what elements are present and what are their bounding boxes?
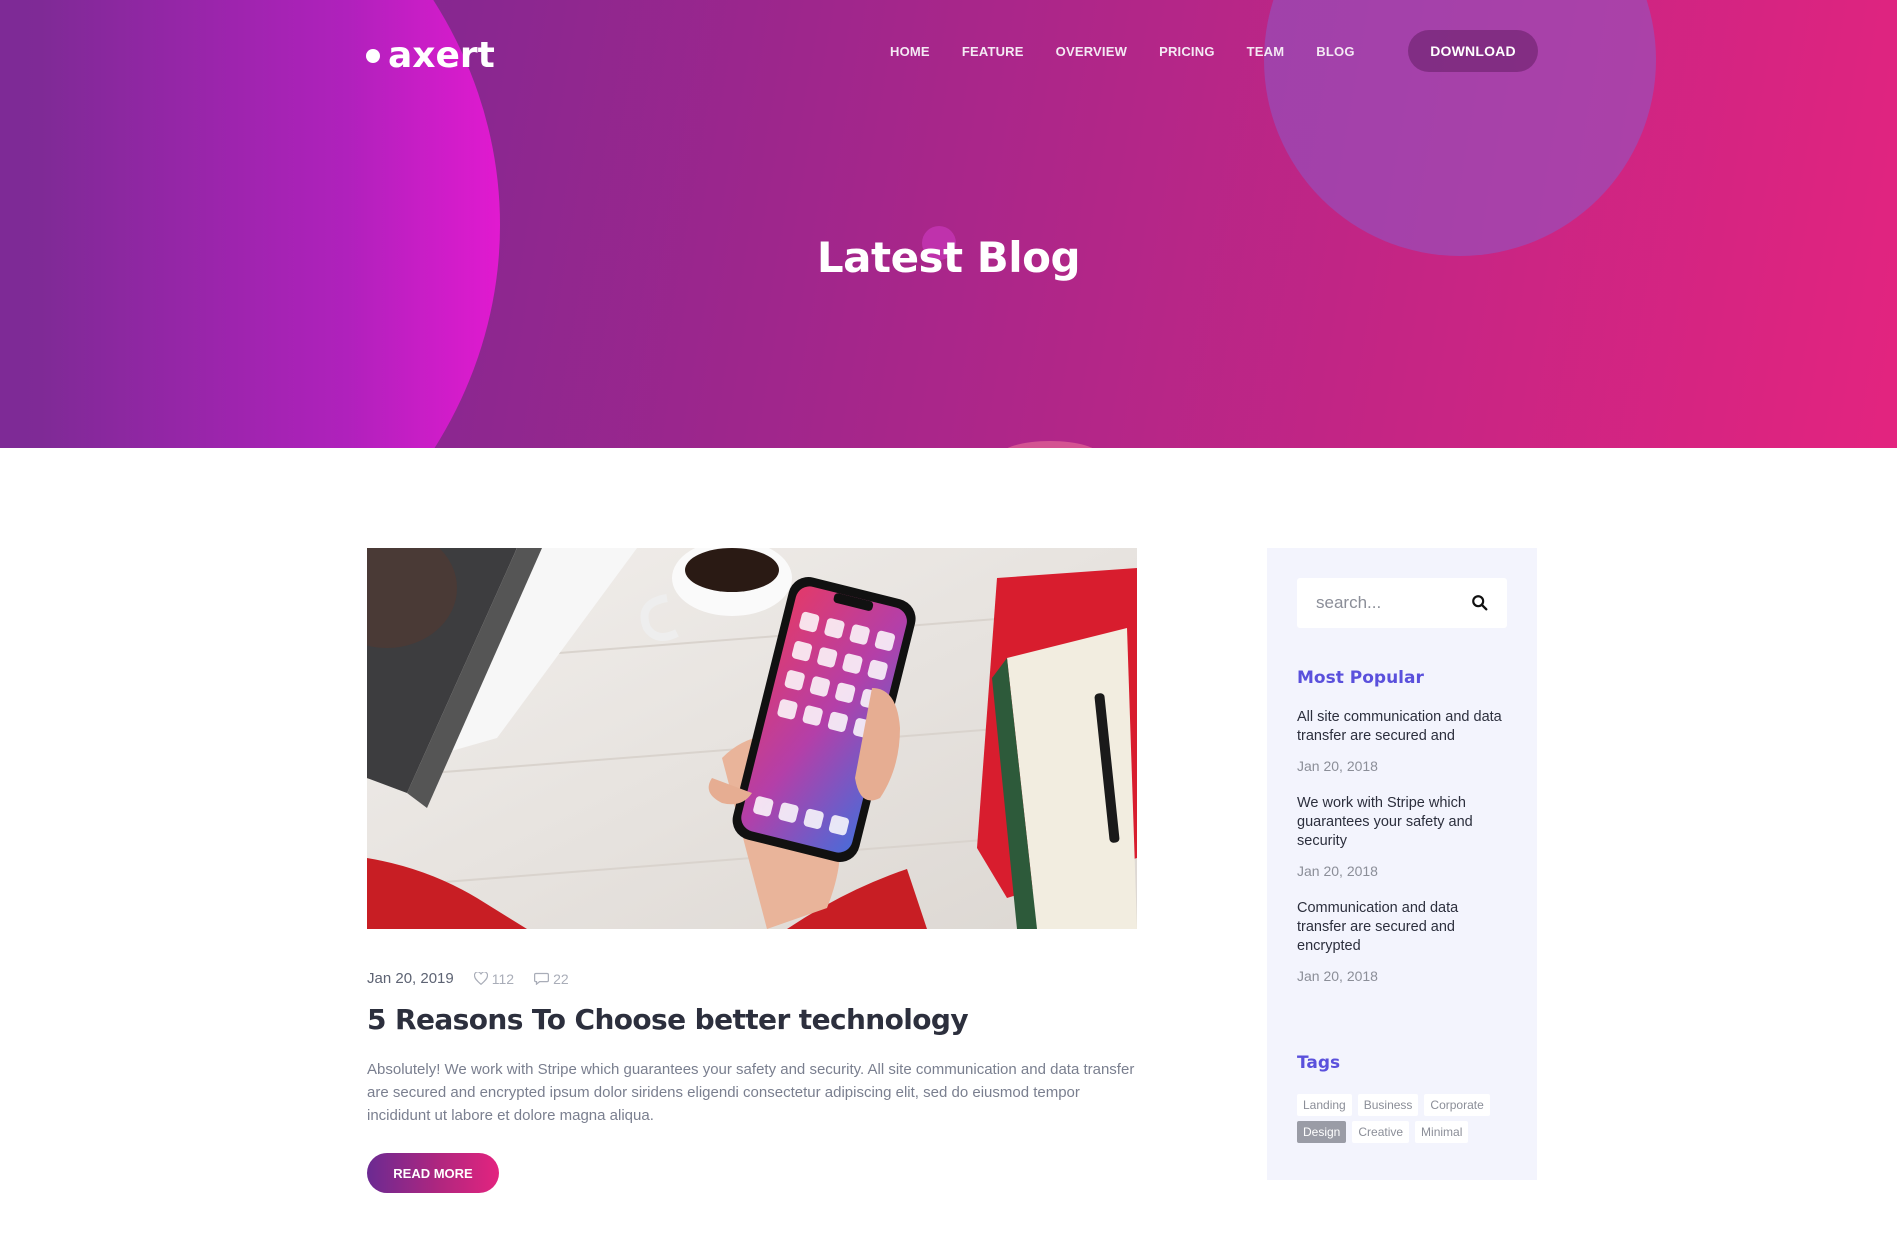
comment-icon (534, 972, 550, 985)
logo[interactable]: axert (366, 36, 495, 76)
post-meta: Jan 20, 2019 112 22 (367, 970, 569, 987)
download-button[interactable]: DOWNLOAD (1408, 30, 1538, 72)
nav-item-feature[interactable]: FEATURE (962, 44, 1024, 59)
decorative-blob (1000, 441, 1100, 448)
popular-item-date: Jan 20, 2018 (1297, 758, 1378, 774)
popular-item[interactable]: We work with Stripe which guarantees you… (1297, 794, 1507, 879)
page-title: Latest Blog (816, 233, 1081, 282)
popular-item-date: Jan 20, 2018 (1297, 863, 1378, 879)
logo-text: axert (388, 35, 495, 76)
popular-item-title[interactable]: We work with Stripe which guarantees you… (1297, 794, 1507, 851)
nav-item-pricing[interactable]: PRICING (1159, 44, 1215, 59)
sidebar: Most Popular All site communication and … (1267, 548, 1537, 1180)
popular-item-title[interactable]: All site communication and data transfer… (1297, 708, 1507, 746)
tag-corporate[interactable]: Corporate (1424, 1094, 1490, 1116)
phone-on-desk-illustration (367, 548, 1137, 929)
tags-heading: Tags (1297, 1053, 1341, 1073)
tag-design[interactable]: Design (1297, 1121, 1347, 1143)
popular-item-title[interactable]: Communication and data transfer are secu… (1297, 899, 1507, 956)
tag-landing[interactable]: Landing (1297, 1094, 1352, 1116)
likes-value: 112 (491, 970, 515, 987)
logo-dot-icon (366, 49, 380, 63)
nav-item-team[interactable]: TEAM (1247, 44, 1285, 59)
search-input[interactable] (1316, 593, 1466, 613)
nav-item-home[interactable]: HOME (890, 44, 930, 59)
popular-list: All site communication and data transfer… (1297, 708, 1507, 1004)
search-icon[interactable] (1471, 594, 1489, 612)
popular-item-date: Jan 20, 2018 (1297, 968, 1378, 984)
popular-item[interactable]: All site communication and data transfer… (1297, 708, 1507, 774)
tag-cloud: Landing Business Corporate Design Creati… (1297, 1094, 1517, 1143)
hero-banner: axert HOME FEATURE OVERVIEW PRICING TEAM… (0, 0, 1897, 448)
heart-icon (473, 972, 488, 985)
post-excerpt: Absolutely! We work with Stripe which gu… (367, 1061, 1135, 1124)
comments-value: 22 (553, 970, 569, 987)
post-date: Jan 20, 2019 (367, 970, 454, 987)
likes-count[interactable]: 112 (473, 970, 515, 987)
post-image[interactable] (367, 548, 1137, 929)
tag-minimal[interactable]: Minimal (1415, 1121, 1469, 1143)
tag-business[interactable]: Business (1357, 1094, 1419, 1116)
tag-creative[interactable]: Creative (1352, 1121, 1410, 1143)
main-nav: HOME FEATURE OVERVIEW PRICING TEAM BLOG (890, 30, 1387, 72)
read-more-button[interactable]: READ MORE (367, 1153, 499, 1193)
post-title[interactable]: 5 Reasons To Choose better technology (367, 1000, 1147, 1040)
comments-count[interactable]: 22 (534, 971, 569, 987)
search-box (1297, 578, 1507, 628)
popular-item[interactable]: Communication and data transfer are secu… (1297, 899, 1507, 984)
most-popular-heading: Most Popular (1297, 668, 1424, 688)
nav-item-blog[interactable]: BLOG (1316, 44, 1354, 59)
nav-item-overview[interactable]: OVERVIEW (1056, 44, 1127, 59)
